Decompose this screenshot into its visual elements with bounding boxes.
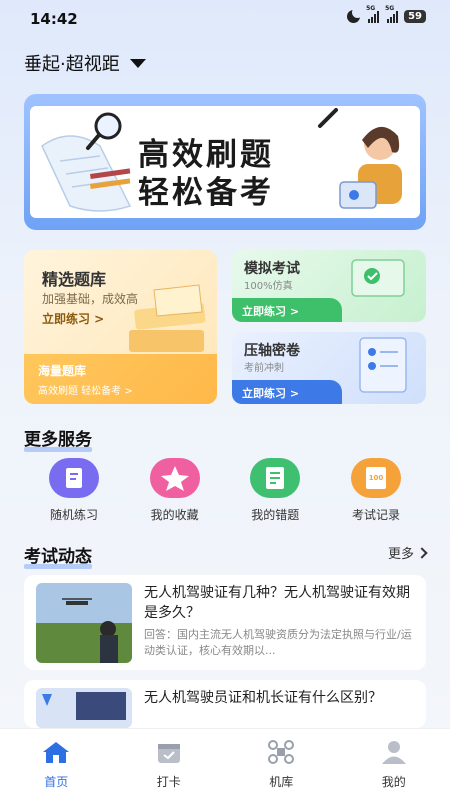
tab-label: 机库 bbox=[269, 775, 294, 789]
service-label: 我的错题 bbox=[251, 508, 300, 522]
service-exam-records[interactable]: 100 考试记录 bbox=[326, 458, 426, 523]
news-thumbnail bbox=[36, 583, 132, 663]
service-label: 考试记录 bbox=[351, 508, 400, 522]
tab-label: 我的 bbox=[381, 775, 406, 789]
tab-checkin[interactable]: 打卡 bbox=[129, 739, 209, 800]
service-wrong-questions[interactable]: 我的错题 bbox=[225, 458, 325, 523]
status-icons: 5G 5G 59 bbox=[347, 5, 426, 23]
services-heading: 更多服务 bbox=[24, 425, 92, 452]
tab-hangar[interactable]: 机库 bbox=[241, 739, 321, 800]
bank-title: 海量题库 bbox=[38, 364, 87, 378]
featured-practice-link[interactable]: 立即练习 > bbox=[42, 310, 104, 327]
star-icon bbox=[149, 458, 200, 498]
question-bank-strip[interactable]: 海量题库 高效刷题 轻松备考 > bbox=[24, 354, 217, 404]
service-favorites[interactable]: 我的收藏 bbox=[125, 458, 225, 523]
do-not-disturb-icon bbox=[347, 7, 364, 23]
featured-title: 精选题库 bbox=[42, 270, 107, 289]
network-type-label: 5G bbox=[366, 4, 376, 12]
featured-bank-card[interactable]: 精选题库 加强基础，成效高 立即练习 > 海量题库 高效刷题 轻松备考 > bbox=[24, 250, 217, 404]
home-icon bbox=[43, 742, 70, 763]
service-random-practice[interactable]: 随机练习 bbox=[24, 458, 124, 523]
mock-subtitle: 100%仿真 bbox=[244, 281, 293, 292]
caret-down-icon bbox=[129, 58, 146, 68]
status-bar: 14:42 5G 5G 59 bbox=[0, 0, 450, 36]
tab-label: 首页 bbox=[44, 775, 69, 789]
news-item[interactable]: 无人机驾驶员证和机长证有什么区别？ bbox=[24, 680, 426, 728]
news-heading: 考试动态 bbox=[24, 542, 92, 569]
chevron-right-icon bbox=[416, 546, 428, 559]
banner-line-1: 高效刷题 bbox=[138, 137, 274, 173]
signal-icon: 5G bbox=[385, 5, 399, 23]
final-subtitle: 考前冲刺 bbox=[244, 363, 284, 374]
signal-icon: 5G bbox=[366, 5, 380, 23]
services-grid: 随机练习 我的收藏 我的错题 100 考试记录 bbox=[24, 458, 426, 523]
news-item[interactable]: 无人机驾驶证有几种？无人机驾驶证有效期是多久？ 回答：国内主流无人机驾驶资质分为… bbox=[24, 575, 426, 670]
tab-home[interactable]: 首页 bbox=[16, 739, 96, 800]
calendar-check-icon bbox=[157, 744, 180, 763]
person-icon bbox=[381, 741, 406, 764]
pencil-doc-icon bbox=[49, 458, 99, 498]
mock-title: 模拟考试 bbox=[244, 261, 300, 277]
news-excerpt: 回答：国内主流无人机驾驶资质分为法定执照与行业/运动类认证，核心有效期以... bbox=[144, 628, 412, 657]
banner-title: 高效刷题 轻松备考 bbox=[138, 136, 274, 212]
final-paper-card[interactable]: 压轴密卷 考前冲刺 立即练习 > bbox=[232, 332, 426, 404]
tab-label: 打卡 bbox=[156, 775, 181, 789]
mock-exam-card[interactable]: 模拟考试 100%仿真 立即练习 > bbox=[232, 250, 426, 322]
mode-selector[interactable]: 垂起·超视距 bbox=[24, 50, 146, 76]
score-sheet-icon: 100 bbox=[350, 458, 401, 498]
featured-subtitle: 加强基础，成效高 bbox=[42, 292, 139, 306]
mode-label: 垂起·超视距 bbox=[24, 54, 120, 75]
service-label: 随机练习 bbox=[49, 508, 98, 522]
promo-banner[interactable]: 高效刷题 轻松备考 bbox=[24, 94, 426, 230]
news-title: 无人机驾驶证有几种？无人机驾驶证有效期是多久？ bbox=[144, 585, 410, 621]
banner-line-2: 轻松备考 bbox=[138, 175, 274, 211]
news-title: 无人机驾驶员证和机长证有什么区别？ bbox=[144, 690, 382, 706]
more-label: 更多 bbox=[387, 547, 414, 562]
battery-indicator: 59 bbox=[404, 10, 426, 23]
final-title: 压轴密卷 bbox=[244, 343, 300, 359]
network-type-label: 5G bbox=[385, 4, 395, 12]
bank-subtitle: 高效刷题 轻松备考 > bbox=[38, 386, 133, 397]
service-label: 我的收藏 bbox=[150, 508, 199, 522]
final-practice-button[interactable]: 立即练习 > bbox=[232, 380, 342, 404]
mock-practice-button[interactable]: 立即练习 > bbox=[232, 298, 342, 322]
notebook-icon bbox=[250, 458, 301, 498]
more-news-link[interactable]: 更多 bbox=[387, 543, 428, 562]
svg-text:100: 100 bbox=[369, 474, 384, 482]
bottom-tab-bar: 首页 打卡 机库 我的 bbox=[0, 728, 450, 800]
banner-paper: 高效刷题 轻松备考 bbox=[30, 106, 420, 218]
status-time: 14:42 bbox=[30, 10, 78, 28]
tab-profile[interactable]: 我的 bbox=[354, 739, 434, 800]
news-thumbnail bbox=[36, 688, 132, 728]
drone-icon bbox=[268, 740, 295, 764]
